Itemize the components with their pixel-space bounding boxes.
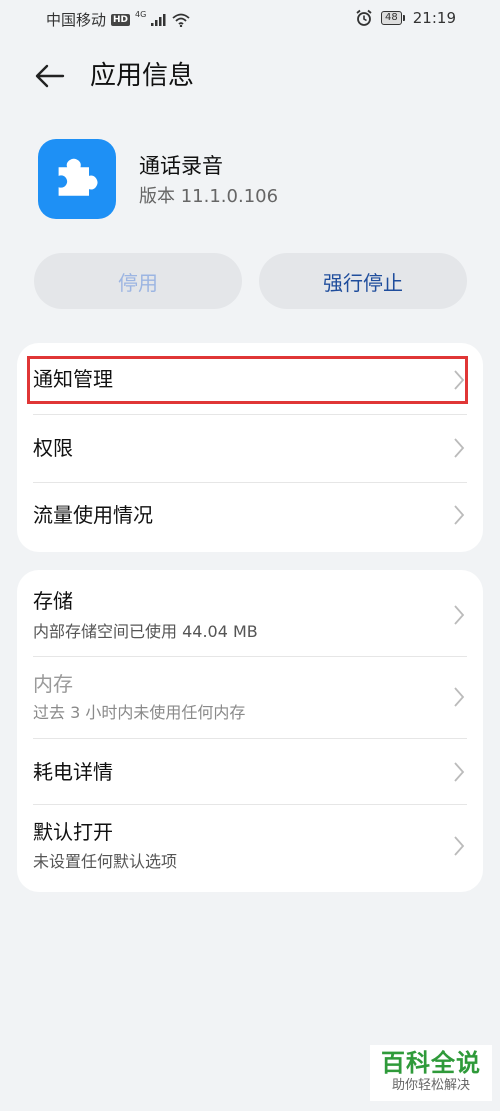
battery-level: 48 bbox=[381, 11, 402, 25]
watermark-logo: 百科全说 助你轻松解决 bbox=[370, 1045, 492, 1101]
carrier-name: 中国移动 bbox=[46, 11, 107, 29]
row-label: 内存 bbox=[33, 672, 73, 696]
row-subtitle: 内部存储空间已使用 44.04 MB bbox=[33, 622, 258, 641]
row-subtitle: 未设置任何默认选项 bbox=[33, 852, 178, 871]
row-storage[interactable]: 存储 内部存储空间已使用 44.04 MB bbox=[17, 570, 483, 656]
watermark-subtitle: 助你轻松解决 bbox=[391, 1078, 470, 1093]
app-icon bbox=[38, 139, 116, 219]
chevron-right-icon bbox=[454, 505, 465, 525]
row-memory[interactable]: 内存 过去 3 小时内未使用任何内存 bbox=[17, 656, 483, 738]
row-label: 耗电详情 bbox=[33, 760, 113, 784]
row-permissions[interactable]: 权限 bbox=[17, 415, 483, 482]
status-left: 中国移动 HD 4G bbox=[46, 9, 190, 30]
hd-badge: HD bbox=[111, 13, 131, 26]
status-time: 21:19 bbox=[412, 9, 456, 27]
chevron-right-icon bbox=[454, 836, 465, 856]
force-stop-button[interactable]: 强行停止 bbox=[259, 253, 467, 309]
battery-tip bbox=[402, 15, 405, 21]
page-title: 应用信息 bbox=[90, 61, 195, 91]
settings-card-2: 存储 内部存储空间已使用 44.04 MB 内存 过去 3 小时内未使用任何内存… bbox=[17, 570, 483, 892]
back-button[interactable] bbox=[30, 58, 70, 94]
app-name: 通话录音 bbox=[139, 154, 223, 178]
network-type: 4G bbox=[135, 10, 147, 19]
status-bar: 中国移动 HD 4G 48 21:19 bbox=[0, 0, 500, 38]
chevron-right-icon bbox=[454, 687, 465, 707]
row-open-by-default[interactable]: 默认打开 未设置任何默认选项 bbox=[17, 804, 483, 892]
row-subtitle: 过去 3 小时内未使用任何内存 bbox=[33, 703, 246, 722]
chevron-right-icon bbox=[454, 438, 465, 458]
row-label: 默认打开 bbox=[33, 820, 113, 844]
disable-button[interactable]: 停用 bbox=[34, 253, 242, 309]
puzzle-icon bbox=[58, 158, 98, 196]
alarm-icon bbox=[356, 9, 372, 26]
highlight-annotation-box bbox=[27, 356, 468, 404]
battery-indicator: 48 bbox=[381, 11, 405, 25]
row-label: 流量使用情况 bbox=[33, 503, 153, 527]
row-label: 存储 bbox=[33, 589, 73, 613]
row-battery-details[interactable]: 耗电详情 bbox=[17, 738, 483, 804]
watermark-title: 百科全说 bbox=[381, 1049, 481, 1077]
chevron-right-icon bbox=[454, 762, 465, 782]
signal-icon bbox=[151, 13, 166, 26]
back-arrow-icon bbox=[35, 64, 65, 88]
status-right: 48 21:19 bbox=[355, 9, 456, 27]
row-label: 权限 bbox=[33, 436, 73, 460]
row-data-usage[interactable]: 流量使用情况 bbox=[17, 482, 483, 552]
wifi-icon bbox=[172, 13, 190, 27]
chevron-right-icon bbox=[454, 605, 465, 625]
app-version: 版本 11.1.0.106 bbox=[139, 186, 279, 207]
